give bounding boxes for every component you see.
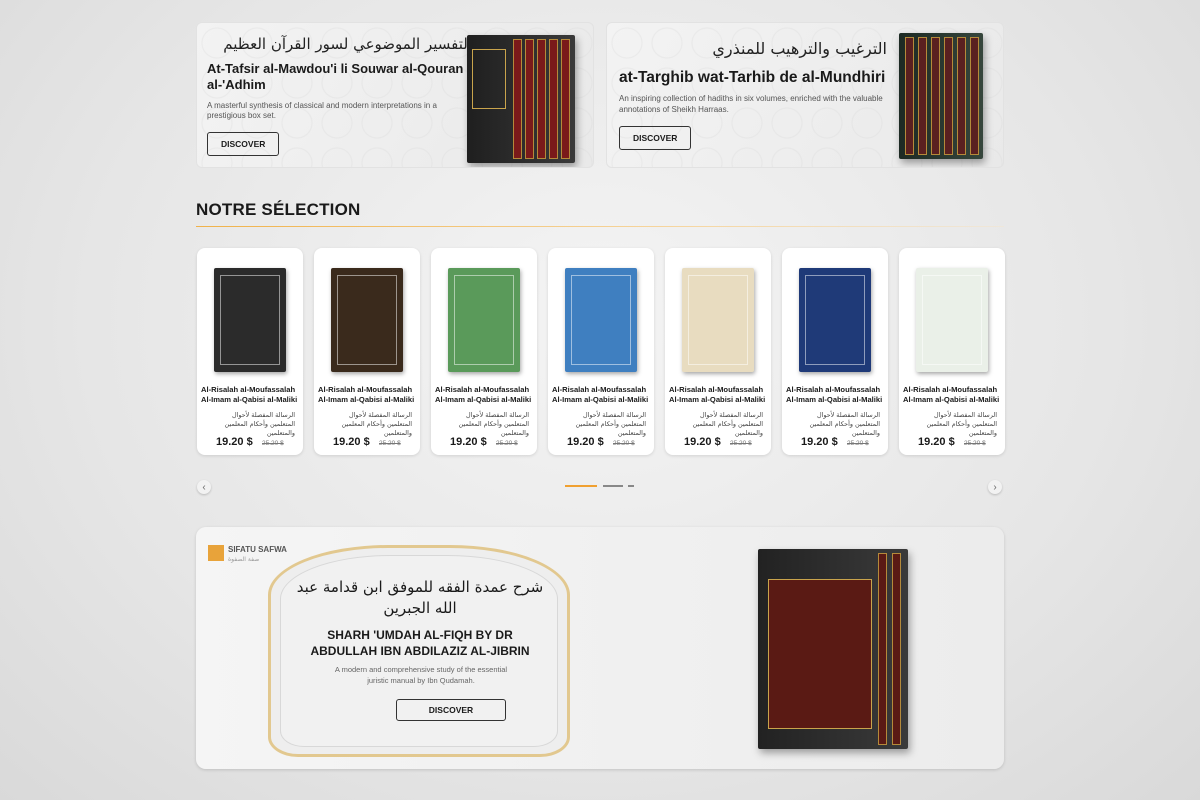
product-price: 19.20 $ [801, 436, 838, 448]
carousel-dot-active[interactable] [565, 485, 597, 487]
book-cover-image[interactable] [799, 268, 871, 372]
book-set-image [899, 33, 983, 159]
product-old-price: 25.20 $ [730, 440, 752, 447]
product-old-price: 25.20 $ [613, 440, 635, 447]
carousel-dot[interactable] [628, 485, 634, 487]
banner-title: at-Targhib wat-Tarhib de al-Mundhiri [619, 69, 886, 86]
book-cover-image[interactable] [916, 268, 988, 372]
banner-text: الترغيب والترهيب للمنذري at-Targhib wat-… [619, 39, 889, 150]
banner-title: At-Tafsir al-Mawdou'i li Souwar al-Qoura… [207, 61, 464, 93]
book-cover-image[interactable] [682, 268, 754, 372]
product-card[interactable]: Al-Risalah al-Moufassalah Al-Imam al-Qab… [548, 248, 654, 455]
product-card[interactable]: Al-Risalah al-Moufassalah Al-Imam al-Qab… [314, 248, 420, 455]
product-arabic-title: الرسالة المفصلة لأحوال المتعلمين وأحكام … [926, 411, 997, 437]
product-title[interactable]: Al-Risalah al-Moufassalah Al-Imam al-Qab… [552, 385, 652, 406]
product-arabic-title: الرسالة المفصلة لأحوال المتعلمين وأحكام … [458, 411, 529, 437]
banner-description: An inspiring collection of hadiths in si… [619, 94, 883, 115]
product-title[interactable]: Al-Risalah al-Moufassalah Al-Imam al-Qab… [201, 385, 301, 406]
book-cover-image[interactable] [331, 268, 403, 372]
product-arabic-title: الرسالة المفصلة لأحوال المتعلمين وأحكام … [692, 411, 763, 437]
product-old-price: 25.20 $ [262, 440, 284, 447]
promo-banner-tafsir[interactable]: التفسير الموضوعي لسور القرآن العظيم At-T… [196, 22, 594, 168]
banner-arabic-title: الترغيب والترهيب للمنذري [712, 39, 887, 58]
product-title[interactable]: Al-Risalah al-Moufassalah Al-Imam al-Qab… [435, 385, 535, 406]
product-card[interactable]: Al-Risalah al-Moufassalah Al-Imam al-Qab… [431, 248, 537, 455]
product-price: 19.20 $ [918, 436, 955, 448]
book-cover-image[interactable] [448, 268, 520, 372]
book-set-image [467, 35, 575, 163]
product-card[interactable]: Al-Risalah al-Moufassalah Al-Imam al-Qab… [197, 248, 303, 455]
book-cover-image[interactable] [565, 268, 637, 372]
feature-title: SHARH 'UMDAH AL-FIQH BY DR ABDULLAH IBN … [310, 628, 530, 659]
banner-text: التفسير الموضوعي لسور القرآن العظيم At-T… [207, 35, 472, 157]
product-arabic-title: الرسالة المفصلة لأحوال المتعلمين وأحكام … [575, 411, 646, 437]
feature-banner[interactable]: SIFATU SAFWA صفة الصفوة شرح عمدة الفقه ل… [196, 527, 1004, 769]
book-cover-image[interactable] [214, 268, 286, 372]
discover-button[interactable]: DISCOVER [396, 699, 506, 721]
product-card[interactable]: Al-Risalah al-Moufassalah Al-Imam al-Qab… [782, 248, 888, 455]
product-price: 19.20 $ [450, 436, 487, 448]
brand-logo-icon [208, 545, 224, 561]
banner-arabic-title: التفسير الموضوعي لسور القرآن العظيم [223, 35, 472, 53]
discover-button[interactable]: DISCOVER [619, 125, 692, 150]
product-old-price: 25.20 $ [847, 440, 869, 447]
product-price: 19.20 $ [333, 436, 370, 448]
chevron-left-icon[interactable]: ‹ [197, 480, 211, 494]
discover-button[interactable]: DISCOVER [207, 132, 280, 157]
banner-description: A masterful synthesis of classical and m… [207, 100, 437, 121]
product-card[interactable]: Al-Risalah al-Moufassalah Al-Imam al-Qab… [665, 248, 771, 455]
book-set-image [758, 549, 908, 749]
carousel-dot[interactable] [603, 485, 623, 487]
product-card[interactable]: Al-Risalah al-Moufassalah Al-Imam al-Qab… [899, 248, 1005, 455]
product-arabic-title: الرسالة المفصلة لأحوال المتعلمين وأحكام … [809, 411, 880, 437]
product-title[interactable]: Al-Risalah al-Moufassalah Al-Imam al-Qab… [669, 385, 769, 406]
product-price: 19.20 $ [567, 436, 604, 448]
chevron-right-icon[interactable]: › [988, 480, 1002, 494]
section-title: NOTRE SÉLECTION [196, 200, 361, 219]
section-divider [196, 226, 1004, 227]
product-title[interactable]: Al-Risalah al-Moufassalah Al-Imam al-Qab… [318, 385, 418, 406]
product-price: 19.20 $ [684, 436, 721, 448]
product-price: 19.20 $ [216, 436, 253, 448]
feature-arabic-title: شرح عمدة الفقه للموفق ابن قدامة عبد الله… [296, 578, 544, 617]
product-old-price: 25.20 $ [379, 440, 401, 447]
product-title[interactable]: Al-Risalah al-Moufassalah Al-Imam al-Qab… [903, 385, 1003, 406]
brand-name-arabic: صفة الصفوة [228, 556, 260, 563]
product-old-price: 25.20 $ [496, 440, 518, 447]
brand-name: SIFATU SAFWA [228, 545, 287, 554]
feature-description: A modern and comprehensive study of the … [334, 665, 508, 685]
product-arabic-title: الرسالة المفصلة لأحوال المتعلمين وأحكام … [341, 411, 412, 437]
product-old-price: 25.20 $ [964, 440, 986, 447]
product-title[interactable]: Al-Risalah al-Moufassalah Al-Imam al-Qab… [786, 385, 886, 406]
product-arabic-title: الرسالة المفصلة لأحوال المتعلمين وأحكام … [224, 411, 295, 437]
promo-banner-targhib[interactable]: الترغيب والترهيب للمنذري at-Targhib wat-… [606, 22, 1004, 168]
